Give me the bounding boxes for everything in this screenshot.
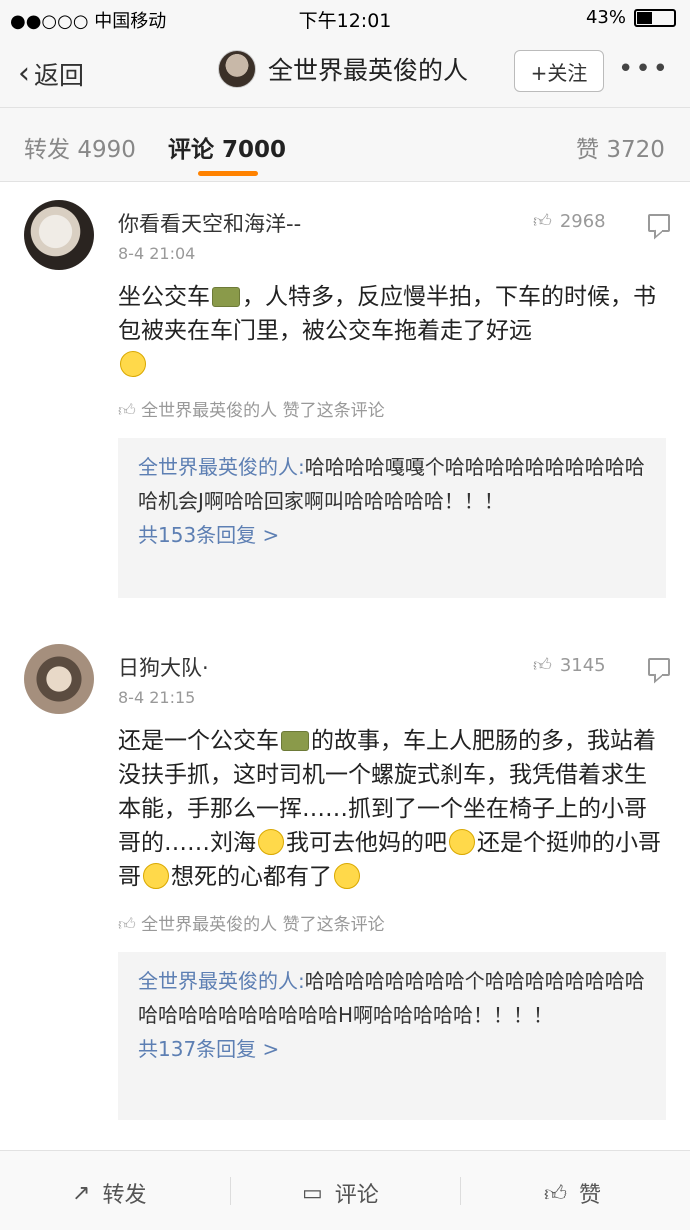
comment-date: 8-4 21:04	[118, 244, 196, 263]
like-count: 3145	[559, 654, 606, 676]
tab-likes[interactable]: 赞 3720	[576, 130, 665, 164]
comment-text-part: 还是一个公交车	[118, 728, 279, 754]
tab-label: 评论	[168, 137, 214, 163]
thumbs-up-icon: 👍︎	[118, 401, 136, 421]
thumbs-up-icon: 👍︎	[533, 655, 552, 676]
page-title: 全世界最英俊的人	[268, 56, 469, 85]
comment-text: 还是一个公交车 的故事，车上人肥肠的多，我站着没扶手抓，这时司机一个螺旋式刹车，我…	[118, 724, 668, 894]
thumbs-up-icon: 👍︎	[544, 1181, 567, 1207]
comment-label: 评论	[334, 1183, 379, 1208]
tab-label: 赞	[576, 137, 599, 163]
thumbs-up-icon: 👍︎	[118, 915, 136, 935]
divider	[230, 1177, 231, 1205]
reply-icon[interactable]	[648, 658, 670, 676]
bottom-toolbar: ↗︎ 转发 ▭ 评论 👍︎ 赞	[0, 1150, 690, 1230]
more-icon[interactable]: •••	[618, 54, 670, 84]
liked-by-author: 👍︎ 全世界最英俊的人 赞了这条评论	[118, 396, 385, 421]
battery-percent: 43%	[585, 7, 626, 28]
tab-comments[interactable]: 评论 7000	[168, 130, 286, 164]
like-bottom-button[interactable]: 👍︎ 赞	[544, 1177, 601, 1209]
comment-icon: ▭	[302, 1180, 323, 1206]
nav-title[interactable]: 全世界最英俊的人	[218, 50, 468, 88]
bus-emoji-icon	[212, 287, 240, 307]
comment-text-part: 我可去他妈的吧	[286, 830, 447, 856]
smirk-emoji-icon	[120, 351, 146, 377]
tab-indicator	[198, 171, 258, 176]
tab-repost[interactable]: 转发 4990	[24, 130, 136, 164]
tab-count: 7000	[222, 137, 287, 163]
status-bar: ●●○○○ 中国移动 下午12:01 43%	[0, 0, 690, 36]
liked-by-text: 全世界最英俊的人 赞了这条评论	[141, 915, 385, 935]
battery-icon	[634, 8, 676, 27]
avatar[interactable]	[218, 50, 256, 88]
reply-count-link[interactable]: 共137条回复 >	[138, 1032, 646, 1066]
smirk-emoji-icon	[449, 829, 475, 855]
avatar[interactable]	[24, 644, 94, 714]
avatar[interactable]	[24, 200, 94, 270]
reply-preview[interactable]: 全世界最英俊的人:哈哈哈哈嘎嘎个哈哈哈哈哈哈哈哈哈哈哈机会J啊哈哈回家啊叫哈哈哈…	[118, 438, 666, 598]
comment-item: 你看看天空和海洋-- 8-4 21:04 👍︎ 2968 坐公交车 ，人特多，反应…	[0, 182, 690, 622]
nav-bar: ‹ 返回 全世界最英俊的人 +关注 •••	[0, 36, 690, 108]
comment-username[interactable]: 你看看天空和海洋--	[118, 208, 301, 238]
repost-button[interactable]: ↗︎ 转发	[72, 1177, 146, 1209]
divider	[460, 1177, 461, 1205]
liked-by-author: 👍︎ 全世界最英俊的人 赞了这条评论	[118, 910, 385, 935]
like-button[interactable]: 👍︎ 2968	[533, 210, 606, 233]
back-button[interactable]: ‹ 返回	[18, 56, 84, 92]
battery-fill	[637, 11, 653, 24]
like-label: 赞	[579, 1183, 602, 1208]
reply-count-link[interactable]: 共153条回复 >	[138, 518, 646, 552]
like-count: 2968	[559, 210, 606, 232]
comment-text-part: 坐公交车	[118, 284, 210, 310]
tab-bar: 转发 4990 评论 7000 赞 3720	[0, 108, 690, 182]
like-button[interactable]: 👍︎ 3145	[533, 654, 606, 677]
repost-label: 转发	[102, 1183, 147, 1208]
reply-icon[interactable]	[648, 214, 670, 232]
status-right: 43%	[586, 7, 676, 28]
comment-text-part: 想死的心都有了	[171, 864, 332, 890]
tab-count: 3720	[606, 137, 665, 163]
share-icon: ↗︎	[72, 1180, 91, 1206]
bus-emoji-icon	[281, 731, 309, 751]
tab-label: 转发	[24, 137, 70, 163]
comment-button[interactable]: ▭ 评论	[302, 1177, 379, 1209]
comment-text: 坐公交车 ，人特多，反应慢半拍，下车的时候，书包被夹在车门里，被公交车拖着走了好远	[118, 280, 668, 382]
smirk-emoji-icon	[143, 863, 169, 889]
tab-count: 4990	[77, 137, 136, 163]
smirk-emoji-icon	[258, 829, 284, 855]
back-label: 返回	[34, 61, 85, 90]
reply-preview[interactable]: 全世界最英俊的人:哈哈哈哈哈哈哈哈个哈哈哈哈哈哈哈哈哈哈哈哈哈哈哈哈哈哈H啊哈哈…	[118, 952, 666, 1120]
reply-username[interactable]: 全世界最英俊的人:	[138, 969, 305, 993]
comment-item: 日狗大队· 8-4 21:15 👍︎ 3145 还是一个公交车 的故事，车上人肥肠…	[0, 626, 690, 1146]
comment-username[interactable]: 日狗大队·	[118, 652, 209, 682]
comment-date: 8-4 21:15	[118, 688, 196, 707]
smirk-emoji-icon	[334, 863, 360, 889]
follow-button[interactable]: +关注	[514, 50, 604, 92]
reply-username[interactable]: 全世界最英俊的人:	[138, 455, 305, 479]
liked-by-text: 全世界最英俊的人 赞了这条评论	[141, 401, 385, 421]
thumbs-up-icon: 👍︎	[533, 211, 552, 232]
chevron-left-icon: ‹	[18, 56, 30, 91]
